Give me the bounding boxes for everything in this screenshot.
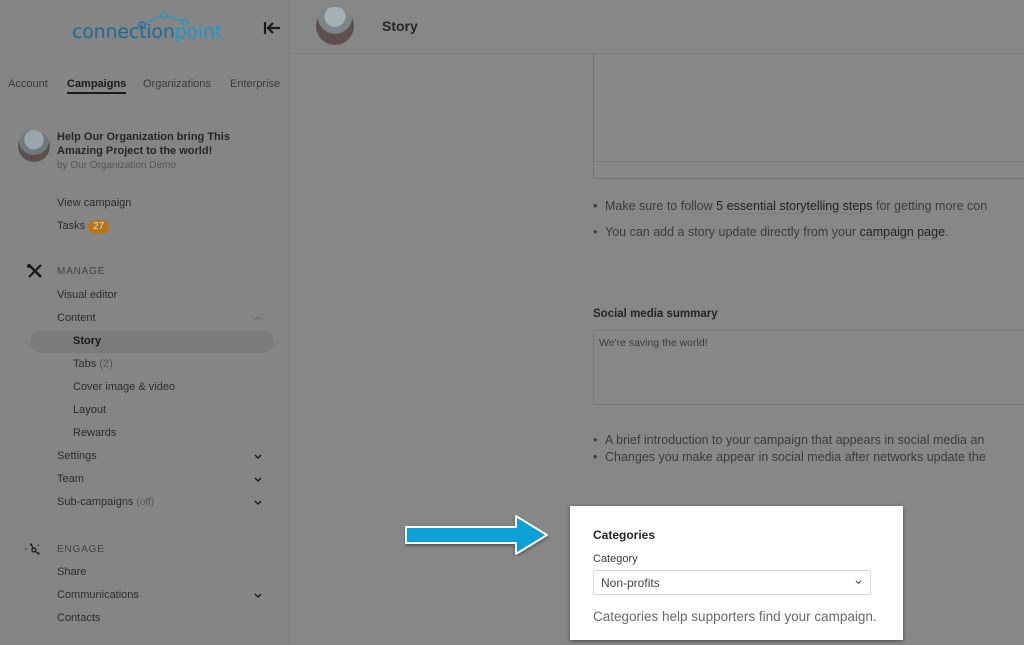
top-tabs: Account Campaigns Organizations Enterpri… <box>0 78 290 98</box>
chevron-down-icon[interactable] <box>253 499 263 507</box>
story-editor[interactable] <box>593 54 1024 179</box>
tools-icon <box>27 264 42 278</box>
sub-campaigns-state: (off) <box>136 497 155 508</box>
cover-image-video-link[interactable]: Cover image & video <box>73 381 175 393</box>
sidebar: connectionpoint Account Campaigns Organi… <box>0 0 290 645</box>
tip-text: You can add a story update directly from… <box>605 225 860 239</box>
layout-link[interactable]: Layout <box>73 404 106 416</box>
campaign-page-link[interactable]: campaign page <box>859 225 946 240</box>
team-link[interactable]: Team <box>57 473 84 485</box>
chevron-down-icon[interactable] <box>253 453 263 461</box>
tab-account[interactable]: Account <box>8 78 48 90</box>
social-summary-label: Social media summary <box>593 308 718 320</box>
tip-text: Make sure to follow <box>605 199 717 213</box>
sub-campaigns-label: Sub-campaigns <box>57 496 134 508</box>
campaign-avatar[interactable] <box>316 7 354 45</box>
view-campaign-link[interactable]: View campaign <box>57 197 131 209</box>
chevron-up-icon[interactable] <box>253 314 263 322</box>
campaign-byline: by Our Organization Demo <box>57 160 176 171</box>
visual-editor-link[interactable]: Visual editor <box>57 289 117 301</box>
content-link[interactable]: Content <box>57 312 96 324</box>
category-label: Category <box>593 553 638 565</box>
tabs-link[interactable]: Tabs (2) <box>73 358 113 370</box>
engage-heading: ENGAGE <box>57 544 105 555</box>
category-selected-value: Non-profits <box>601 576 660 590</box>
tasks-count-badge: 27 <box>88 220 110 234</box>
social-summary-input[interactable]: We're saving the world! <box>593 330 1024 405</box>
manage-heading: MANAGE <box>57 266 106 277</box>
storytelling-steps-link[interactable]: 5 essential storytelling steps <box>716 199 873 214</box>
chevron-down-icon <box>855 580 862 585</box>
tasks-label: Tasks <box>57 220 86 232</box>
story-tip: You can add a story update directly from… <box>593 219 1024 245</box>
tabs-label: Tabs <box>73 358 97 370</box>
social-tip: A brief introduction to your campaign th… <box>593 432 1024 449</box>
page-header: Story <box>290 0 1024 54</box>
tab-enterprise[interactable]: Enterprise <box>230 78 280 90</box>
categories-card: Categories Category Non-profits Categori… <box>570 506 903 640</box>
social-summary-tips: A brief introduction to your campaign th… <box>593 432 1024 466</box>
page-title: Story <box>382 18 418 34</box>
chevron-down-icon[interactable] <box>253 476 263 484</box>
tabs-count: (2) <box>99 358 113 370</box>
communications-link[interactable]: Communications <box>57 589 139 601</box>
logo-text-part1: connection <box>72 21 175 43</box>
tip-text: for getting more con <box>872 199 988 213</box>
tasks-link[interactable]: Tasks 27 <box>57 220 110 234</box>
rewards-link[interactable]: Rewards <box>73 427 116 439</box>
tip-text: . <box>945 225 949 239</box>
story-tips: Make sure to follow 5 essential storytel… <box>593 193 1024 245</box>
categories-help-text: Categories help supporters find your cam… <box>593 609 877 624</box>
social-tip: Changes you make appear in social media … <box>593 449 1024 466</box>
tab-organizations[interactable]: Organizations <box>143 78 211 90</box>
story-tip: Make sure to follow 5 essential storytel… <box>593 193 1024 219</box>
collapse-left-icon <box>263 22 280 34</box>
contacts-link[interactable]: Contacts <box>57 612 100 624</box>
settings-link[interactable]: Settings <box>57 450 97 462</box>
network-icon <box>24 543 40 555</box>
story-editor-footer <box>594 161 1024 162</box>
connectionpoint-logo[interactable]: connectionpoint <box>72 6 222 46</box>
share-link[interactable]: Share <box>57 566 86 578</box>
tab-campaigns[interactable]: Campaigns <box>67 78 127 94</box>
collapse-sidebar-button[interactable] <box>262 18 284 40</box>
chevron-down-icon[interactable] <box>253 592 263 600</box>
logo-text-part2: point <box>174 21 223 43</box>
story-link[interactable]: Story <box>73 335 101 347</box>
campaign-title: Help Our Organization bring This Amazing… <box>57 131 230 157</box>
callout-arrow-icon <box>405 515 548 555</box>
categories-title: Categories <box>593 528 656 542</box>
logo-text: connectionpoint <box>72 21 222 43</box>
active-item-highlight <box>30 331 274 353</box>
campaign-avatar <box>18 130 50 162</box>
sub-campaigns-link[interactable]: Sub-campaigns (off) <box>57 496 154 508</box>
category-select[interactable]: Non-profits <box>593 570 871 595</box>
